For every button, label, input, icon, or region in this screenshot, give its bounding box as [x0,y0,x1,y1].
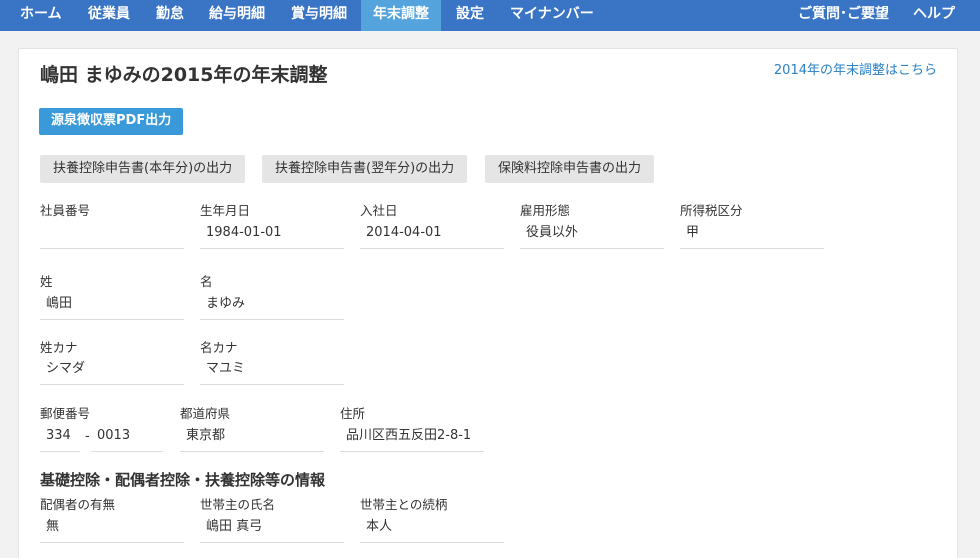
householder-name-field[interactable]: 嶋田 真弓 [200,514,344,543]
nav-settings[interactable]: 設定 [444,0,496,31]
nav-attendance[interactable]: 勤怠 [144,0,196,31]
tax-category-label: 所得税区分 [680,203,743,218]
prefecture-label: 都道府県 [180,406,231,421]
nav-bonus-slips[interactable]: 賞与明細 [279,0,359,31]
page-title: 嶋田 まゆみの2015年の年末調整 [40,64,328,86]
withholding-slip-pdf-button[interactable]: 源泉徴収票PDF出力 [39,108,184,135]
nav-employees[interactable]: 従業員 [76,0,142,31]
nav-feedback[interactable]: ご質問･ご要望 [786,0,901,31]
prefecture-field[interactable]: 東京都 [180,423,324,452]
dependents-current-year-button[interactable]: 扶養控除申告書(本年分)の出力 [40,155,246,183]
first-name-label: 名 [200,274,213,289]
nav-my-number[interactable]: マイナンバー [498,0,606,31]
top-nav: ホーム 従業員 勤怠 給与明細 賞与明細 年末調整 設定 マイナンバー ご質問･… [0,0,980,31]
deductions-section-heading: 基礎控除・配偶者控除・扶養控除等の情報 [40,471,326,489]
postal-code-separator: - [85,429,90,444]
employment-type-label: 雇用形態 [520,203,571,218]
first-name-kana-label: 名カナ [200,340,238,355]
spouse-label: 配偶者の有無 [40,497,116,512]
householder-name-label: 世帯主の氏名 [200,497,276,512]
tax-category-field[interactable]: 甲 [680,220,824,249]
postal-code-first-field[interactable]: 334 [40,423,80,452]
address-label: 住所 [340,406,366,421]
first-name-kana-field[interactable]: マユミ [200,356,344,385]
first-name-field[interactable]: まゆみ [200,291,344,320]
last-name-field[interactable]: 嶋田 [40,291,184,320]
employment-type-field[interactable]: 役員以外 [520,220,664,249]
join-date-field[interactable]: 2014-04-01 [360,220,504,249]
last-name-label: 姓 [40,274,53,289]
insurance-deduction-button[interactable]: 保険料控除申告書の出力 [485,155,655,183]
employee-no-field[interactable] [40,220,184,249]
nav-year-end-adjustment[interactable]: 年末調整 [361,0,441,31]
spouse-field[interactable]: 無 [40,514,184,543]
postal-code-second-field[interactable]: 0013 [91,423,163,452]
householder-relation-field[interactable]: 本人 [360,514,504,543]
join-date-label: 入社日 [360,203,398,218]
previous-year-link[interactable]: 2014年の年末調整はこちら [774,59,937,78]
last-name-kana-label: 姓カナ [40,340,78,355]
address-field[interactable]: 品川区西五反田2-8-1 [340,423,484,452]
householder-relation-label: 世帯主との続柄 [360,497,448,512]
birthdate-field[interactable]: 1984-01-01 [200,220,344,249]
birthdate-label: 生年月日 [200,203,251,218]
last-name-kana-field[interactable]: シマダ [40,356,184,385]
employee-no-label: 社員番号 [40,203,91,218]
postal-code-label: 郵便番号 [40,406,91,421]
nav-help[interactable]: ヘルプ [901,0,967,31]
nav-home[interactable]: ホーム [8,0,74,31]
dependents-next-year-button[interactable]: 扶養控除申告書(翌年分)の出力 [262,155,468,183]
nav-payslips[interactable]: 給与明細 [197,0,277,31]
